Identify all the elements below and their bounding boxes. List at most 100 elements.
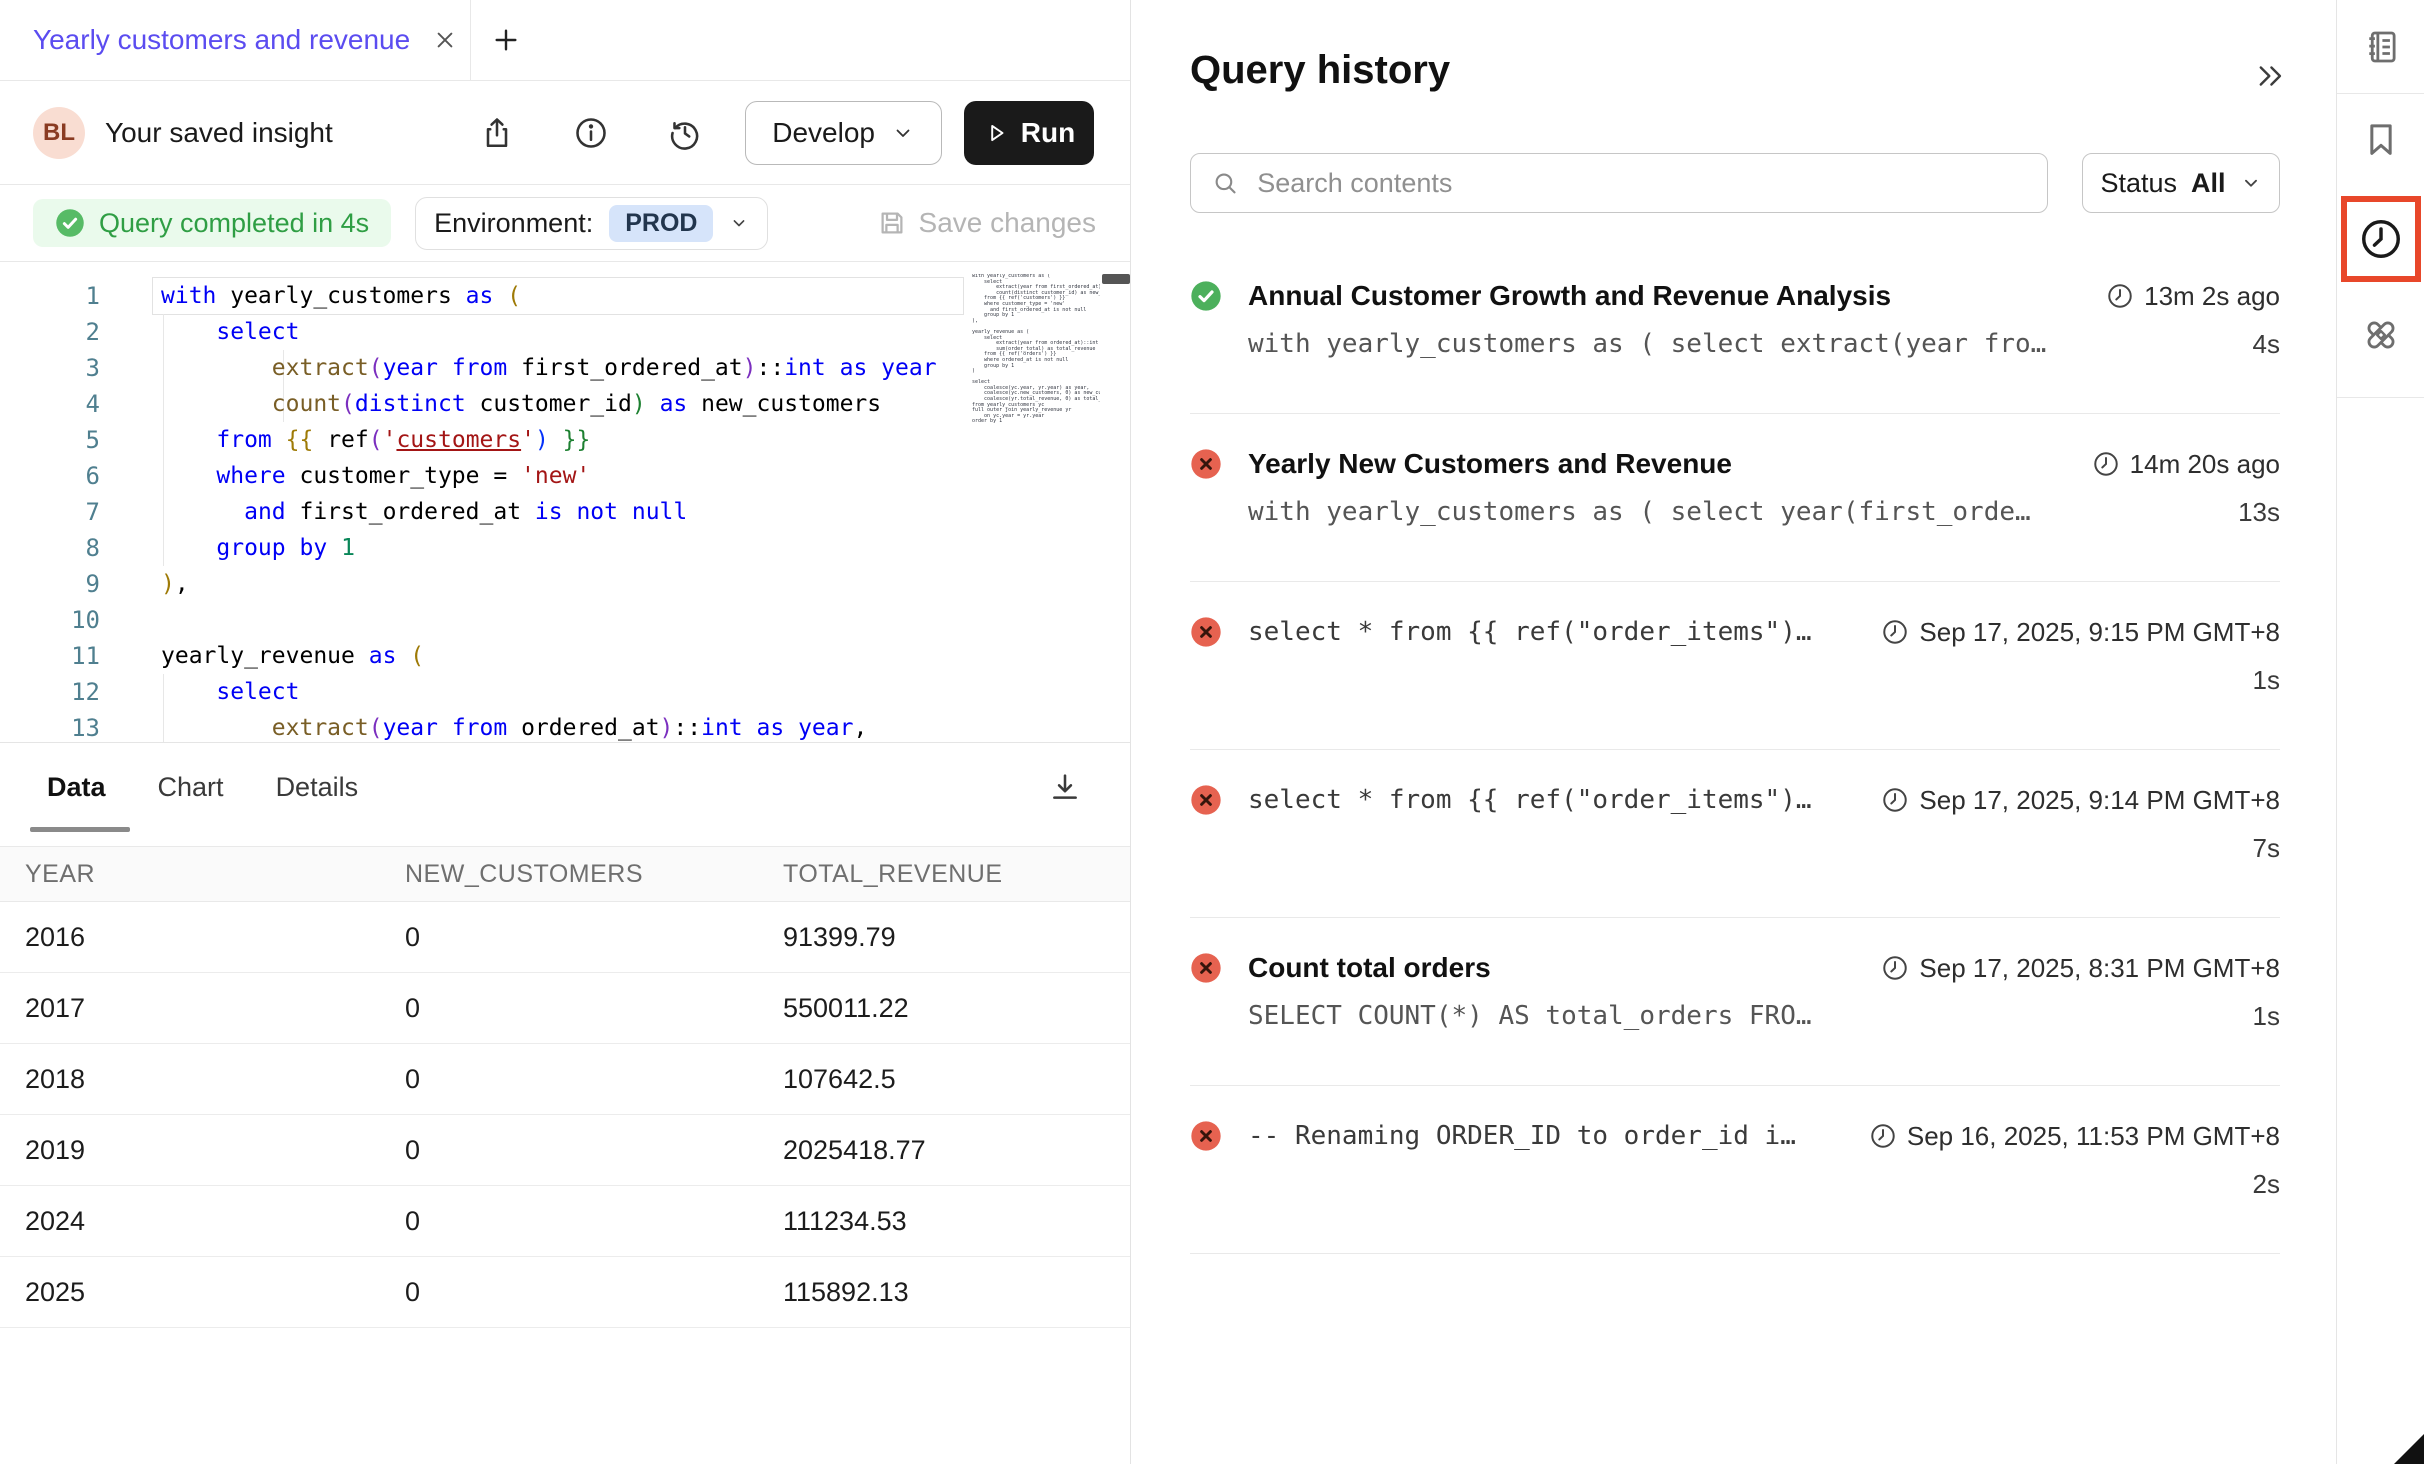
- history-item-time: 13m 2s ago: [2106, 281, 2280, 312]
- table-row: 2024 0 111234.53: [0, 1186, 1130, 1257]
- collapse-panel-icon[interactable]: [2250, 56, 2290, 96]
- toolbar-icon-group: [477, 113, 705, 153]
- line-number: 5: [0, 422, 100, 458]
- table-cell: 2017: [25, 973, 85, 1043]
- code-line[interactable]: 7 and first_ordered_at is not null: [0, 494, 1130, 530]
- table-cell: 91399.79: [783, 902, 896, 972]
- code-text: yearly_revenue as (: [161, 638, 961, 674]
- notebook-outline-icon[interactable]: [2337, 22, 2424, 72]
- environment-label: Environment:: [434, 208, 593, 239]
- table-cell: 2025418.77: [783, 1115, 926, 1185]
- search-icon: [1211, 168, 1239, 198]
- code-text: extract(year from first_ordered_at)::int…: [161, 350, 961, 386]
- query-history-panel: Query history Status All Annual Customer…: [1132, 0, 2336, 1464]
- sidebar-divider: [2337, 93, 2424, 94]
- explore-compass-icon[interactable]: [2337, 310, 2424, 360]
- code-line[interactable]: 2 select: [0, 314, 1130, 350]
- tab-data[interactable]: Data: [47, 772, 106, 803]
- develop-label: Develop: [772, 117, 875, 149]
- code-text: from {{ ref('customers') }}: [161, 422, 961, 458]
- table-cell: 550011.22: [783, 973, 909, 1043]
- history-item-time: Sep 17, 2025, 9:14 PM GMT+8: [1881, 785, 2280, 816]
- code-text: select: [161, 314, 961, 350]
- query-history-title: Query history: [1190, 48, 1450, 93]
- tab-details[interactable]: Details: [276, 772, 359, 803]
- column-header: TOTAL_REVENUE: [783, 847, 1003, 901]
- sql-code-editor[interactable]: 1with yearly_customers as (2 select3 ext…: [0, 262, 1130, 742]
- query-editor-panel: Yearly customers and revenue BL Your sav…: [0, 0, 1131, 1464]
- line-number: 1: [0, 278, 100, 314]
- version-history-icon[interactable]: [665, 113, 705, 153]
- status-bar: Query completed in 4s Environment: PROD …: [0, 185, 1130, 262]
- tab-close-icon[interactable]: [428, 23, 462, 57]
- share-icon[interactable]: [477, 113, 517, 153]
- environment-selector[interactable]: Environment: PROD: [415, 197, 768, 250]
- code-line[interactable]: 8 group by 1: [0, 530, 1130, 566]
- history-item-duration: 2s: [2253, 1169, 2280, 1200]
- editor-scrollbar-handle[interactable]: [1102, 274, 1130, 284]
- history-item[interactable]: Annual Customer Growth and Revenue Analy…: [1190, 246, 2280, 414]
- history-item[interactable]: Yearly New Customers and Revenue14m 20s …: [1190, 414, 2280, 582]
- app-window: Yearly customers and revenue BL Your sav…: [0, 0, 2424, 1464]
- code-line[interactable]: 11yearly_revenue as (: [0, 638, 1130, 674]
- mouse-cursor: [2394, 1434, 2424, 1464]
- table-row: 20170550011.22: [0, 973, 1130, 1044]
- table-row: 2016091399.79: [0, 902, 1130, 973]
- table-row: 20180107642.5: [0, 1044, 1130, 1115]
- environment-value: PROD: [609, 205, 713, 242]
- table-cell: 107642.5: [783, 1044, 896, 1114]
- bookmark-icon[interactable]: [2337, 115, 2424, 165]
- table-cell: 2024: [25, 1186, 85, 1256]
- tab-chart[interactable]: Chart: [158, 772, 224, 803]
- history-item-title: Yearly New Customers and Revenue: [1248, 448, 2072, 480]
- code-line[interactable]: 10: [0, 602, 1130, 638]
- history-clock-icon-active[interactable]: [2341, 196, 2421, 282]
- avatar: BL: [33, 107, 85, 159]
- tab-bar: Yearly customers and revenue: [0, 0, 1130, 81]
- insight-subtitle: Your saved insight: [105, 117, 333, 149]
- chevron-down-icon: [2240, 172, 2262, 194]
- history-item-sql-preview: SELECT COUNT(*) AS total_orders FRO…: [1248, 1001, 2233, 1031]
- table-cell: 0: [405, 1186, 420, 1256]
- table-row: 201902025418.77: [0, 1115, 1130, 1186]
- save-changes-label: Save changes: [919, 207, 1096, 239]
- code-line[interactable]: 1with yearly_customers as (: [0, 278, 1130, 314]
- table-cell: 111234.53: [783, 1186, 907, 1256]
- develop-button[interactable]: Develop: [745, 101, 942, 165]
- table-header-row: YEARNEW_CUSTOMERSTOTAL_REVENUE: [0, 846, 1130, 902]
- history-item-duration: 1s: [2253, 1001, 2280, 1032]
- history-item-title: select * from {{ ref("order_items")…: [1248, 617, 1861, 647]
- history-item-duration: 7s: [2253, 833, 2280, 864]
- code-line[interactable]: 9),: [0, 566, 1130, 602]
- editor-minimap[interactable]: with yearly_customers as ( select extrac…: [972, 274, 1100, 730]
- line-number: 10: [0, 602, 100, 638]
- query-status-text: Query completed in 4s: [99, 208, 369, 239]
- history-item[interactable]: -- Renaming ORDER_ID to order_id i…Sep 1…: [1190, 1086, 2280, 1254]
- search-input[interactable]: [1255, 167, 2027, 200]
- results-table: YEARNEW_CUSTOMERSTOTAL_REVENUE 201609139…: [0, 846, 1130, 1328]
- history-item[interactable]: select * from {{ ref("order_items")…Sep …: [1190, 582, 2280, 750]
- history-item[interactable]: Count total ordersSep 17, 2025, 8:31 PM …: [1190, 918, 2280, 1086]
- line-number: 6: [0, 458, 100, 494]
- history-search[interactable]: [1190, 153, 2048, 213]
- code-line[interactable]: 4 count(distinct customer_id) as new_cus…: [0, 386, 1130, 422]
- tab-yearly-customers[interactable]: Yearly customers and revenue: [0, 0, 470, 80]
- right-icon-sidebar: [2336, 0, 2424, 1464]
- history-item-sql-preview: with yearly_customers as ( select extrac…: [1248, 329, 2233, 359]
- code-line[interactable]: 6 where customer_type = 'new': [0, 458, 1130, 494]
- code-line[interactable]: 12 select: [0, 674, 1130, 710]
- save-changes-button[interactable]: Save changes: [877, 207, 1096, 239]
- code-line[interactable]: 3 extract(year from first_ordered_at)::i…: [0, 350, 1130, 386]
- code-line[interactable]: 5 from {{ ref('customers') }}: [0, 422, 1130, 458]
- history-item-time: Sep 16, 2025, 11:53 PM GMT+8: [1869, 1121, 2280, 1152]
- new-tab-button[interactable]: [488, 22, 524, 58]
- run-button[interactable]: Run: [964, 101, 1094, 165]
- info-icon[interactable]: [571, 113, 611, 153]
- code-line[interactable]: 13 extract(year from ordered_at)::int as…: [0, 710, 1130, 742]
- error-status-icon: [1190, 784, 1222, 816]
- status-filter-dropdown[interactable]: Status All: [2082, 153, 2280, 213]
- line-number: 3: [0, 350, 100, 386]
- success-status-icon: [1190, 280, 1222, 312]
- download-icon[interactable]: [1045, 767, 1085, 807]
- history-item[interactable]: select * from {{ ref("order_items")…Sep …: [1190, 750, 2280, 918]
